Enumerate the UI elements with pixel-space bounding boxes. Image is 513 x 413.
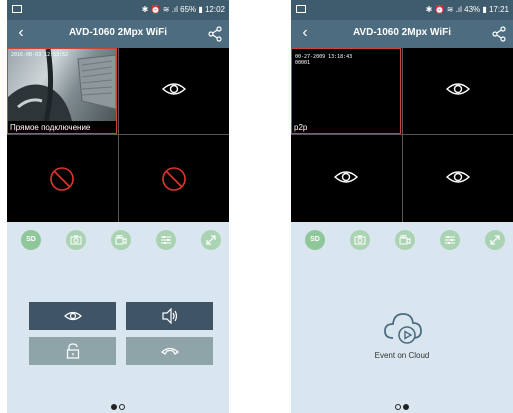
- camera-toolbar: SD: [291, 230, 513, 254]
- share-icon[interactable]: [491, 26, 507, 42]
- camera-cell-2[interactable]: [403, 48, 513, 134]
- camera-cell-1[interactable]: 2016-08-03 12:53:52 Прямое подключение: [7, 48, 117, 134]
- expand-icon: [206, 235, 216, 245]
- hang-up-icon: [160, 347, 179, 355]
- app-bar: ‹ AVD-1060 2Mpx WiFi: [7, 20, 229, 48]
- settings-button[interactable]: [156, 230, 176, 250]
- eye-icon: [162, 83, 186, 95]
- sliders-icon: [161, 236, 171, 244]
- grid-divider: [402, 48, 403, 222]
- status-indicators: ✱ ⏰ ≋ .ıl 65% ▮ 12:02: [141, 5, 225, 14]
- camera-cell-4[interactable]: [119, 136, 229, 222]
- settings-button[interactable]: [440, 230, 460, 250]
- camera-grid: 2016-08-03 12:53:52 Прямое подключение: [7, 48, 229, 222]
- grid-divider: [118, 48, 119, 222]
- event-cloud-label: Event on Cloud: [374, 351, 430, 360]
- camera-icon: [70, 235, 82, 245]
- speaker-button[interactable]: [126, 302, 213, 330]
- page-dot-active[interactable]: [403, 404, 409, 410]
- record-button[interactable]: [111, 230, 131, 250]
- connection-label: Прямое подключение: [10, 123, 91, 132]
- gallery-icon: [12, 5, 22, 13]
- sd-button[interactable]: SD: [305, 230, 325, 250]
- status-bar: ✱ ⏰ ≋ .ıl 43% ▮ 17:21: [291, 0, 513, 20]
- camera-snapshot: 2016-08-03 12:53:52: [8, 49, 116, 121]
- page-indicator: [7, 404, 229, 412]
- fullscreen-button[interactable]: [485, 230, 505, 250]
- sd-button[interactable]: SD: [21, 230, 41, 250]
- page-dot[interactable]: [119, 404, 125, 410]
- no-camera-icon: [50, 167, 74, 191]
- gallery-icon: [296, 5, 306, 13]
- snapshot-scene: [8, 49, 116, 121]
- page-dot-active[interactable]: [111, 404, 117, 410]
- page-dot[interactable]: [395, 404, 401, 410]
- unlock-button[interactable]: [29, 337, 116, 365]
- cloud-play-icon[interactable]: [383, 308, 423, 348]
- camera-cell-1[interactable]: 00-27-2009 13:18:43 00001 p2p: [291, 48, 401, 134]
- speaker-icon: [161, 308, 177, 324]
- expand-icon: [490, 235, 500, 245]
- phone-screen-right: ✱ ⏰ ≋ .ıl 43% ▮ 17:21 ‹ AVD-1060 2Mpx Wi…: [291, 0, 513, 413]
- phone-screen-left: ✱ ⏰ ≋ .ıl 65% ▮ 12:02 ‹ AVD-1060 2Mpx Wi…: [7, 0, 229, 413]
- share-icon[interactable]: [207, 26, 223, 42]
- eye-icon: [446, 171, 470, 183]
- camera-cell-2[interactable]: [119, 48, 229, 134]
- camera-cell-4[interactable]: [403, 136, 513, 222]
- snapshot-button[interactable]: [66, 230, 86, 250]
- watch-button[interactable]: [29, 302, 116, 330]
- osd-channel: 00001: [295, 60, 311, 66]
- video-icon: [115, 234, 127, 245]
- page-title: AVD-1060 2Mpx WiFi: [352, 27, 452, 38]
- camera-timestamp: 2016-08-03 12:53:52: [11, 52, 69, 58]
- snapshot-button[interactable]: [350, 230, 370, 250]
- camera-toolbar: SD: [7, 230, 229, 254]
- video-icon: [399, 234, 411, 245]
- status-bar: ✱ ⏰ ≋ .ıl 65% ▮ 12:02: [7, 0, 229, 20]
- page-indicator: [291, 404, 513, 412]
- eye-icon: [446, 83, 470, 95]
- fullscreen-button[interactable]: [201, 230, 221, 250]
- no-camera-icon: [162, 167, 186, 191]
- status-indicators: ✱ ⏰ ≋ .ıl 43% ▮ 17:21: [425, 5, 509, 14]
- camera-cell-3[interactable]: [291, 136, 401, 222]
- app-bar: ‹ AVD-1060 2Mpx WiFi: [291, 20, 513, 48]
- camera-cell-3[interactable]: [7, 136, 117, 222]
- sliders-icon: [445, 236, 455, 244]
- eye-icon: [63, 311, 82, 321]
- record-button[interactable]: [395, 230, 415, 250]
- camera-grid: 00-27-2009 13:18:43 00001 p2p: [291, 48, 513, 222]
- back-icon[interactable]: ‹: [13, 24, 29, 42]
- hangup-button[interactable]: [126, 337, 213, 365]
- camera-icon: [354, 235, 366, 245]
- camera-osd: 00-27-2009 13:18:43 00001: [295, 54, 352, 66]
- eye-icon: [334, 171, 358, 183]
- connection-label: p2p: [294, 123, 308, 132]
- page-title: AVD-1060 2Mpx WiFi: [68, 27, 168, 38]
- lock-icon: [66, 343, 79, 359]
- back-icon[interactable]: ‹: [297, 24, 313, 42]
